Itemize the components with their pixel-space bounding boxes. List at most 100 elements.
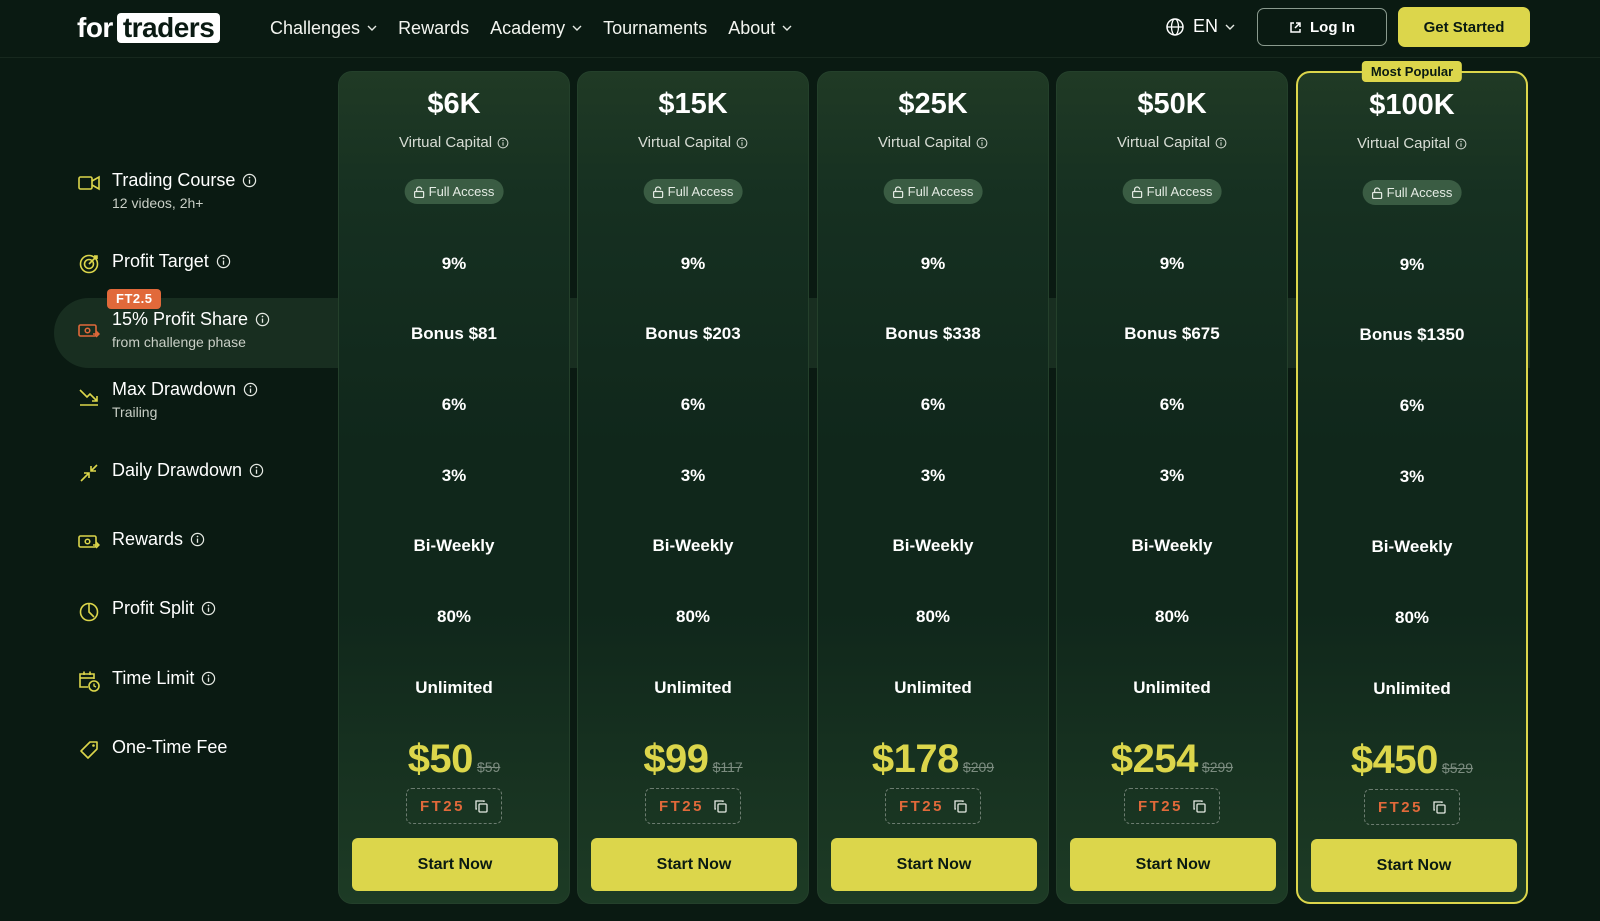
copy-icon[interactable] bbox=[1193, 799, 1206, 813]
menu-label: About bbox=[728, 17, 776, 38]
feature-subtitle: 12 videos, 2h+ bbox=[112, 195, 204, 211]
promo-code[interactable]: FT25 bbox=[406, 788, 502, 824]
price-current: $450 bbox=[1350, 738, 1438, 782]
copy-icon[interactable] bbox=[475, 799, 488, 813]
lock-open-icon bbox=[1132, 185, 1143, 198]
plan-bonus: Bonus $338 bbox=[885, 324, 981, 343]
get-started-button[interactable]: Get Started bbox=[1398, 7, 1530, 47]
promo-code-text: FT25 bbox=[658, 797, 704, 815]
info-icon[interactable] bbox=[255, 312, 270, 327]
feature-profit-split: Profit Split bbox=[78, 598, 216, 622]
login-button[interactable]: Log In bbox=[1257, 8, 1387, 46]
plan-target: 9% bbox=[441, 254, 467, 273]
plan-card: $25K Virtual Capital Full Access 9% Bonus $3… bbox=[817, 71, 1049, 904]
info-icon[interactable] bbox=[976, 137, 988, 149]
menu-academy[interactable]: Academy bbox=[490, 18, 582, 39]
feature-title: Rewards bbox=[112, 529, 184, 549]
full-access-pill: Full Access bbox=[1362, 180, 1462, 205]
menu-tournaments[interactable]: Tournaments bbox=[603, 18, 707, 39]
calendar-clock-icon bbox=[79, 671, 100, 692]
plan-rewards: Bi-Weekly bbox=[1371, 537, 1453, 556]
virtual-capital-text: Virtual Capital bbox=[877, 134, 972, 151]
promo-code-text: FT25 bbox=[419, 797, 465, 815]
target-icon bbox=[79, 254, 99, 274]
cash-icon bbox=[78, 324, 100, 338]
feature-daily-drawdown: Daily Drawdown bbox=[78, 460, 264, 484]
virtual-capital-text: Virtual Capital bbox=[398, 134, 493, 151]
menu-label: Challenges bbox=[270, 17, 361, 38]
start-now-button[interactable]: Start Now bbox=[1070, 838, 1276, 891]
start-now-button[interactable]: Start Now bbox=[831, 838, 1037, 891]
logo[interactable]: for traders bbox=[77, 12, 221, 44]
full-access-text: Full Access bbox=[667, 184, 734, 199]
feature-one-time-fee: One-Time Fee bbox=[78, 737, 227, 761]
plan-rewards: Bi-Weekly bbox=[892, 536, 974, 555]
promo-code[interactable]: FT25 bbox=[885, 788, 981, 824]
language-selector[interactable]: EN bbox=[1165, 16, 1243, 37]
plan-capital: $15K bbox=[658, 88, 728, 120]
plan-split: 80% bbox=[915, 607, 951, 626]
plan-time: Unlimited bbox=[654, 678, 732, 697]
info-icon[interactable] bbox=[249, 463, 264, 478]
feature-title: Profit Target bbox=[112, 251, 209, 271]
plan-split: 80% bbox=[436, 607, 472, 626]
price-original: $117 bbox=[712, 759, 743, 775]
plan-time: Unlimited bbox=[894, 678, 972, 697]
copy-icon[interactable] bbox=[954, 799, 967, 813]
price-original: $529 bbox=[1441, 760, 1474, 776]
info-icon[interactable] bbox=[242, 173, 257, 188]
price-original: $59 bbox=[476, 759, 501, 775]
feature-title: Profit Split bbox=[112, 598, 195, 618]
external-link-icon bbox=[1290, 21, 1301, 33]
plan-bonus: Bonus $1350 bbox=[1359, 325, 1465, 344]
plan-target: 9% bbox=[1399, 255, 1425, 274]
menu-about[interactable]: About bbox=[728, 18, 792, 39]
plan-bonus: Bonus $203 bbox=[645, 324, 741, 343]
feature-title: Max Drawdown bbox=[112, 379, 237, 399]
feature-subtitle: Trailing bbox=[112, 404, 158, 420]
globe-icon bbox=[1166, 17, 1184, 36]
promo-code[interactable]: FT25 bbox=[645, 788, 741, 824]
menu-rewards[interactable]: Rewards bbox=[398, 18, 469, 39]
start-now-button[interactable]: Start Now bbox=[1311, 839, 1517, 892]
feature-subtitle: from challenge phase bbox=[112, 334, 246, 350]
start-now-button[interactable]: Start Now bbox=[352, 838, 558, 891]
info-icon[interactable] bbox=[1215, 137, 1227, 149]
plan-card: $15K Virtual Capital Full Access 9% Bonus $2… bbox=[577, 71, 809, 904]
info-icon[interactable] bbox=[190, 532, 205, 547]
plan-capital: $100K bbox=[1369, 89, 1455, 121]
start-now-button[interactable]: Start Now bbox=[591, 838, 797, 891]
feature-trading-course: Trading Course 12 videos, 2h+ bbox=[78, 170, 257, 211]
info-icon[interactable] bbox=[1455, 138, 1467, 150]
plan-card: $50K Virtual Capital Full Access 9% Bonus $6… bbox=[1056, 71, 1288, 904]
full-access-pill: Full Access bbox=[883, 179, 983, 204]
plan-target: 9% bbox=[1159, 254, 1185, 273]
info-icon[interactable] bbox=[243, 382, 258, 397]
virtual-capital-label: Virtual Capital bbox=[1057, 134, 1287, 151]
plan-rewards: Bi-Weekly bbox=[652, 536, 734, 555]
feature-title: 15% Profit Share bbox=[112, 309, 249, 329]
logo-traders: traders bbox=[116, 13, 221, 43]
promo-code[interactable]: FT25 bbox=[1124, 788, 1220, 824]
login-label: Log In bbox=[1310, 18, 1355, 36]
info-icon[interactable] bbox=[201, 671, 216, 686]
menu-challenges[interactable]: Challenges bbox=[270, 18, 377, 39]
copy-icon[interactable] bbox=[1433, 800, 1446, 814]
pie-icon bbox=[79, 602, 99, 622]
copy-icon[interactable] bbox=[714, 799, 727, 813]
info-icon[interactable] bbox=[497, 137, 509, 149]
plan-daily-dd: 3% bbox=[920, 466, 946, 485]
plan-split: 80% bbox=[675, 607, 711, 626]
full-access-pill: Full Access bbox=[1122, 179, 1222, 204]
feature-title: One-Time Fee bbox=[112, 737, 228, 757]
tag-icon bbox=[80, 741, 98, 759]
plan-split: 80% bbox=[1154, 607, 1190, 626]
virtual-capital-text: Virtual Capital bbox=[1116, 134, 1211, 151]
plan-price: $450 $529 bbox=[1298, 738, 1526, 783]
promo-code[interactable]: FT25 bbox=[1364, 789, 1460, 825]
info-icon[interactable] bbox=[201, 601, 216, 616]
language-label: EN bbox=[1193, 16, 1219, 36]
info-icon[interactable] bbox=[216, 254, 231, 269]
plan-max-dd: 6% bbox=[441, 395, 467, 414]
info-icon[interactable] bbox=[736, 137, 748, 149]
